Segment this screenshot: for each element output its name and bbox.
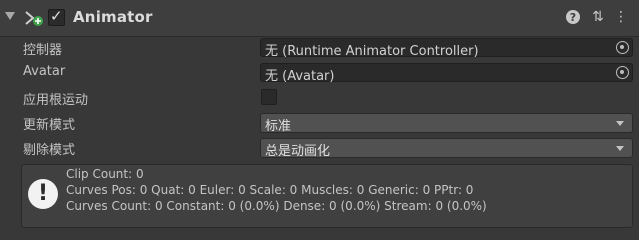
animator-component-icon [25, 11, 43, 26]
chevron-down-icon [616, 121, 624, 126]
curves-pos-text: Curves Pos: 0 Quat: 0 Euler: 0 Scale: 0 … [66, 183, 474, 197]
info-alert-icon: ! [28, 179, 58, 209]
curves-count-text: Curves Count: 0 Constant: 0 (0.0%) Dense… [66, 199, 487, 213]
controller-object-field[interactable]: 无 (Runtime Animator Controller) [260, 38, 633, 59]
clip-info-box: ! Clip Count: 0 Curves Pos: 0 Quat: 0 Eu… [21, 164, 633, 228]
svg-text:?: ? [570, 11, 576, 24]
apply-root-motion-checkbox[interactable] [261, 89, 277, 105]
controller-row: 控制器 无 (Runtime Animator Controller) [0, 37, 639, 59]
culling-mode-label: 剔除模式 [23, 143, 76, 158]
presets-icon[interactable]: ⇅ [590, 9, 606, 25]
foldout-arrow-icon[interactable] [5, 12, 15, 20]
component-header: ✓ Animator ? ⇅ ⋮ [0, 0, 639, 37]
avatar-value: 无 (Avatar) [265, 69, 335, 84]
chevron-down-icon [616, 146, 624, 151]
avatar-object-field[interactable]: 无 (Avatar) [260, 63, 633, 84]
controller-value: 无 (Runtime Animator Controller) [265, 44, 479, 59]
avatar-label: Avatar [23, 64, 66, 79]
context-menu-icon[interactable]: ⋮ [613, 9, 629, 25]
culling-mode-dropdown[interactable]: 总是动画化 [260, 138, 633, 159]
object-picker-icon[interactable] [616, 66, 629, 79]
apply-root-motion-row: 应用根运动 [0, 87, 639, 109]
clip-count-text: Clip Count: 0 [66, 167, 144, 181]
object-picker-icon[interactable] [616, 41, 629, 54]
update-mode-value: 标准 [265, 119, 292, 134]
check-icon: ✓ [50, 7, 63, 25]
help-icon[interactable]: ? [565, 9, 581, 25]
component-title: Animator [73, 8, 153, 26]
update-mode-row: 更新模式 标准 [0, 112, 639, 134]
culling-mode-value: 总是动画化 [265, 144, 331, 159]
update-mode-dropdown[interactable]: 标准 [260, 113, 633, 134]
avatar-row: Avatar 无 (Avatar) [0, 62, 639, 84]
update-mode-label: 更新模式 [23, 118, 76, 133]
controller-label: 控制器 [23, 43, 63, 58]
apply-root-motion-label: 应用根运动 [23, 93, 89, 108]
culling-mode-row: 剔除模式 总是动画化 [0, 137, 639, 159]
component-enabled-checkbox[interactable]: ✓ [48, 7, 65, 26]
